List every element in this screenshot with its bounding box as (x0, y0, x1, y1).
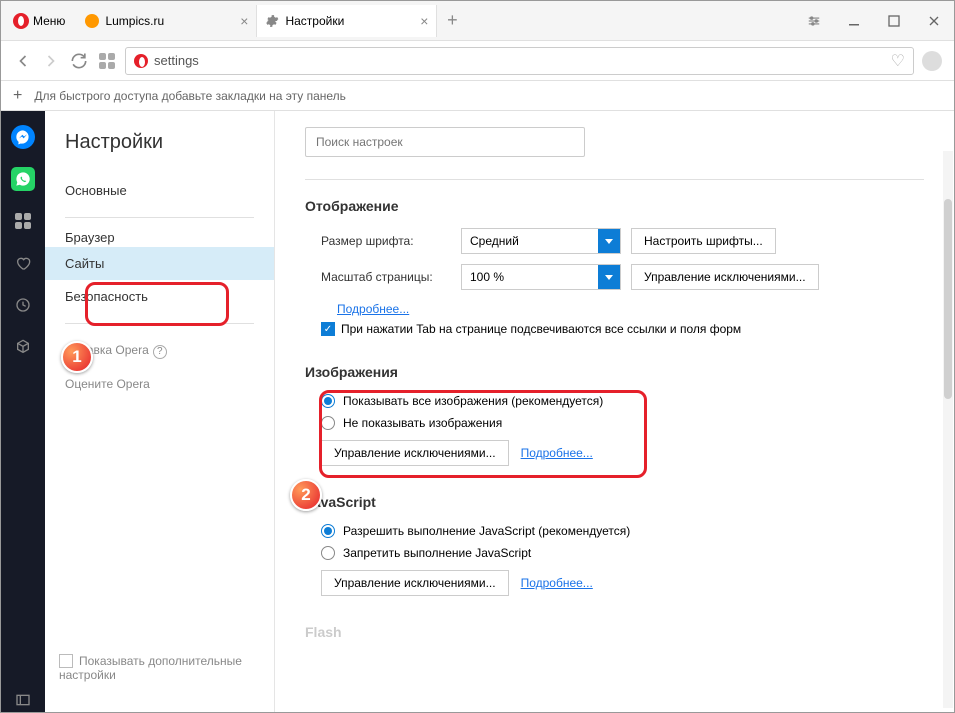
back-button[interactable] (13, 51, 33, 71)
customize-fonts-button[interactable]: Настроить шрифты... (631, 228, 776, 254)
images-exceptions-button[interactable]: Управление исключениями... (321, 440, 509, 466)
speed-dial-icon[interactable] (97, 51, 117, 71)
forward-button[interactable] (41, 51, 61, 71)
close-button[interactable] (914, 1, 954, 41)
section-display: Отображение Размер шрифта: Средний Настр… (305, 198, 924, 336)
sidebar-collapse-icon[interactable] (11, 688, 35, 712)
section-images: Изображения Показывать все изображения (… (305, 364, 924, 466)
tab-title: Настройки (285, 14, 414, 28)
js-exceptions-button[interactable]: Управление исключениями... (321, 570, 509, 596)
nav-item-sites[interactable]: Сайты (45, 247, 274, 280)
js-more-link[interactable]: Подробнее... (521, 576, 593, 590)
reload-button[interactable] (69, 51, 89, 71)
speed-dial-sidebar-icon[interactable] (11, 209, 35, 233)
nav-item-basic[interactable]: Основные (45, 174, 274, 207)
display-more-link[interactable]: Подробнее... (337, 302, 409, 316)
tab-highlight-label: При нажатии Tab на странице подсвечивают… (341, 322, 741, 336)
show-advanced-checkbox[interactable]: Показывать дополнительные настройки (45, 644, 274, 692)
tab-title: Lumpics.ru (105, 14, 234, 28)
tab-lumpics[interactable]: Lumpics.ru × (77, 5, 257, 37)
images-more-link[interactable]: Подробнее... (521, 446, 593, 460)
section-heading: JavaScript (305, 494, 924, 510)
url-field[interactable]: ♡ (125, 47, 914, 75)
section-heading: Изображения (305, 364, 924, 380)
history-clock-icon[interactable] (11, 293, 35, 317)
section-heading: Flash (305, 624, 924, 640)
close-icon[interactable]: × (240, 13, 248, 29)
scrollbar-thumb[interactable] (944, 199, 952, 399)
add-bookmark-button[interactable]: + (13, 87, 22, 105)
section-flash: Flash (305, 624, 924, 640)
menu-button[interactable]: Меню (1, 1, 77, 40)
maximize-button[interactable] (874, 1, 914, 41)
bookmarks-hint: Для быстрого доступа добавьте закладки н… (34, 89, 346, 103)
new-tab-button[interactable]: + (437, 10, 467, 31)
settings-content: Отображение Размер шрифта: Средний Настр… (275, 111, 954, 712)
bookmarks-heart-icon[interactable] (11, 251, 35, 275)
radio-js-deny[interactable] (321, 546, 335, 560)
search-settings-input[interactable] (305, 127, 585, 157)
font-size-select[interactable]: Средний (461, 228, 621, 254)
font-size-label: Размер шрифта: (321, 234, 451, 248)
annotation-badge-1: 1 (61, 341, 93, 373)
opera-logo-icon (134, 54, 148, 68)
help-icon: ? (153, 345, 167, 359)
bookmarks-bar: + Для быстрого доступа добавьте закладки… (1, 81, 954, 111)
address-bar: ♡ (1, 41, 954, 81)
profile-icon[interactable] (922, 51, 942, 71)
radio-js-allow[interactable] (321, 524, 335, 538)
chevron-down-icon (598, 265, 620, 289)
zoom-exceptions-button[interactable]: Управление исключениями... (631, 264, 819, 290)
minimize-button[interactable] (834, 1, 874, 41)
opera-logo-icon (13, 13, 29, 29)
page-zoom-label: Масштаб страницы: (321, 270, 451, 284)
messenger-icon[interactable] (11, 125, 35, 149)
main-area: Настройки Основные Браузер Сайты Безопас… (1, 111, 954, 712)
radio-show-images[interactable] (321, 394, 335, 408)
bookmark-heart-icon[interactable]: ♡ (891, 51, 905, 71)
page-zoom-select[interactable]: 100 % (461, 264, 621, 290)
sidebar-dark (1, 111, 45, 712)
section-javascript: JavaScript Разрешить выполнение JavaScri… (305, 494, 924, 596)
extensions-cube-icon[interactable] (11, 335, 35, 359)
radio-hide-images[interactable] (321, 416, 335, 430)
annotation-badge-2: 2 (290, 479, 322, 511)
settings-nav: Настройки Основные Браузер Сайты Безопас… (45, 111, 275, 712)
section-heading: Отображение (305, 198, 924, 214)
gear-icon (265, 14, 279, 28)
checkbox-checked-icon[interactable] (321, 322, 335, 336)
checkbox-icon (59, 654, 73, 668)
menu-label: Меню (33, 14, 65, 28)
radio-label: Разрешить выполнение JavaScript (рекомен… (343, 524, 630, 538)
easy-setup-icon[interactable] (794, 1, 834, 41)
page-title: Настройки (45, 131, 274, 174)
whatsapp-icon[interactable] (11, 167, 35, 191)
url-input[interactable] (154, 48, 885, 74)
title-bar: Меню Lumpics.ru × Настройки × + (1, 1, 954, 41)
nav-item-security[interactable]: Безопасность (45, 280, 274, 313)
lumpics-favicon-icon (85, 14, 99, 28)
nav-item-browser[interactable]: Браузер (45, 228, 274, 247)
tab-settings[interactable]: Настройки × (257, 5, 437, 37)
radio-label: Не показывать изображения (343, 416, 502, 430)
radio-label: Запретить выполнение JavaScript (343, 546, 531, 560)
chevron-down-icon (598, 229, 620, 253)
close-icon[interactable]: × (420, 13, 428, 29)
radio-label: Показывать все изображения (рекомендуетс… (343, 394, 603, 408)
